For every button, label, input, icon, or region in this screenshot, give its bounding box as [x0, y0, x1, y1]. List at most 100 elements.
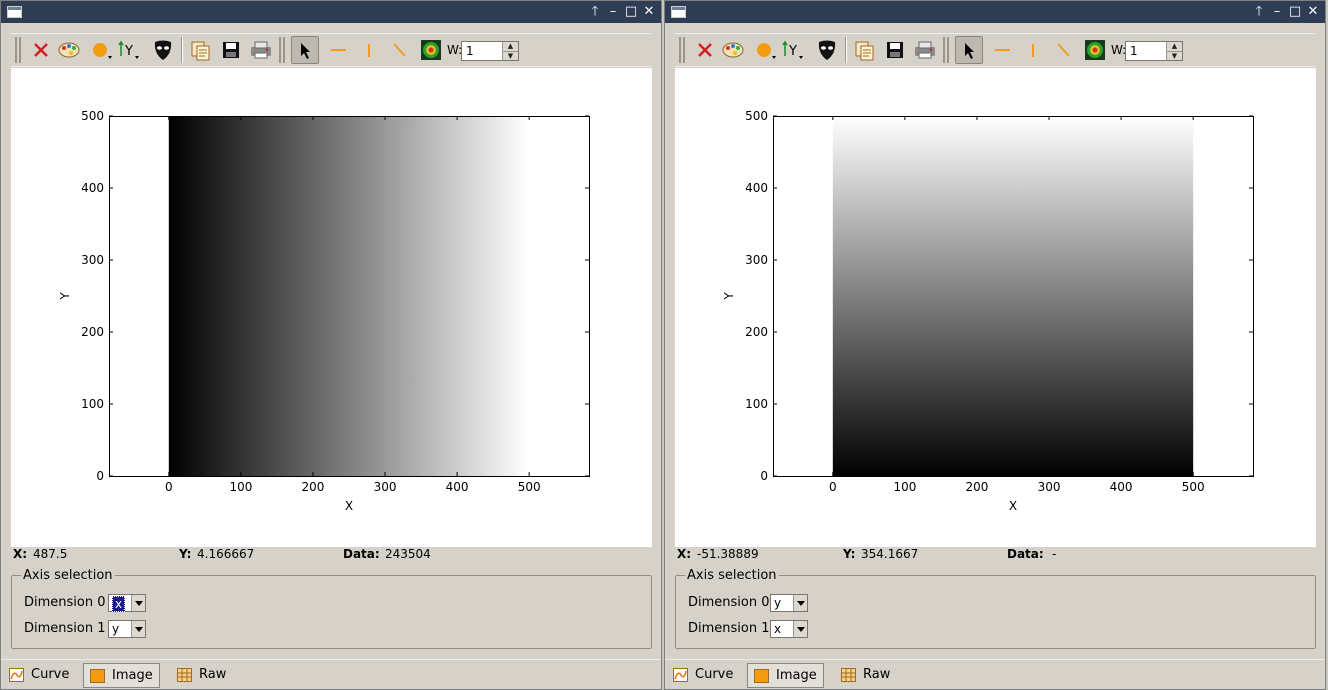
tab-curve[interactable]: Curve: [3, 663, 75, 688]
line-width-input[interactable]: [1126, 42, 1166, 60]
dimension-1-value: x: [774, 622, 782, 636]
cursor-arrow-icon: [965, 43, 974, 59]
horizontal-profile-button[interactable]: [989, 36, 1017, 64]
image-plot[interactable]: 0 100 200 300 400 500 0 100 200 300 400 500 X Y: [675, 68, 1316, 547]
print-button[interactable]: [247, 36, 275, 64]
keep-above-button[interactable]: 🡑: [587, 3, 603, 21]
window-menu-icon[interactable]: [7, 6, 22, 18]
line-width-spinbox[interactable]: ▲ ▼: [1125, 41, 1183, 61]
right-toolbar: Y W: ▲: [675, 33, 1315, 67]
keep-above-button[interactable]: 🡑: [1251, 3, 1267, 21]
y-axis-button[interactable]: Y: [115, 36, 143, 64]
y-axis-icon: Y: [782, 40, 803, 59]
y-tick-label: 100: [745, 397, 768, 411]
close-button[interactable]: ✕: [1305, 3, 1321, 21]
image-icon: [90, 669, 105, 683]
tab-raw-label: Raw: [199, 667, 227, 682]
x-coord-value: 487.5: [33, 547, 68, 561]
mask-button[interactable]: [813, 36, 841, 64]
line-profile-button[interactable]: [1049, 36, 1077, 64]
colormap-button[interactable]: [719, 36, 747, 64]
dimension-0-select[interactable]: x: [108, 594, 146, 612]
copy-button[interactable]: [851, 36, 879, 64]
tab-curve[interactable]: Curve: [667, 663, 739, 688]
right-window: 🡑 – □ ✕ Y W: 1 ▲ ▼ 0 100 200 300 400 500…: [664, 0, 1326, 690]
toolbar-grip[interactable]: [679, 37, 685, 63]
floppy-disk-icon: [223, 42, 239, 58]
y-tick-label: 200: [745, 325, 768, 339]
tab-raw[interactable]: Raw: [171, 663, 232, 688]
tab-curve-label: Curve: [31, 667, 70, 682]
x-tick-label: 400: [1110, 480, 1133, 494]
dimension-0-select[interactable]: y: [770, 594, 808, 612]
toolbar-grip[interactable]: [279, 37, 285, 63]
svg-text:Y: Y: [124, 44, 133, 59]
spin-down-arrow-icon[interactable]: ▼: [1166, 51, 1182, 60]
view-tabs: Curve Image Raw: [1, 659, 661, 689]
palette-icon: [58, 42, 80, 58]
save-button[interactable]: [881, 36, 909, 64]
dimension-0-label: Dimension 0: [24, 595, 106, 610]
y-tick-label: 400: [745, 181, 768, 195]
y-axis-label: Y: [722, 292, 736, 301]
copy-icon: [855, 41, 874, 61]
pointer-tool-button[interactable]: [291, 36, 319, 64]
mask-button[interactable]: [149, 36, 177, 64]
save-button[interactable]: [217, 36, 245, 64]
tab-image[interactable]: Image: [83, 663, 160, 688]
clear-button[interactable]: [27, 36, 55, 64]
profile-window-button[interactable]: [417, 36, 445, 64]
image-plot[interactable]: 0 100 200 300 400 500 0 100 200 300 400 500 X Y: [11, 68, 652, 547]
toolbar-grip[interactable]: [943, 37, 949, 63]
chevron-down-icon[interactable]: [131, 595, 145, 611]
right-titlebar[interactable]: 🡑 – □ ✕: [665, 1, 1325, 23]
y-axis-button[interactable]: Y: [779, 36, 807, 64]
tab-raw[interactable]: Raw: [835, 663, 896, 688]
print-button[interactable]: [911, 36, 939, 64]
red-x-icon: [698, 43, 712, 57]
axis-selection-group: Axis selection Dimension 0 x Dimension 1…: [11, 568, 652, 649]
pointer-tool-button[interactable]: [955, 36, 983, 64]
data-value-label: Data:: [343, 547, 380, 561]
maximize-button[interactable]: □: [1287, 3, 1303, 21]
tab-image[interactable]: Image: [747, 663, 824, 688]
colormap-button[interactable]: [55, 36, 83, 64]
marker-button[interactable]: [87, 36, 115, 64]
line-profile-button[interactable]: [385, 36, 413, 64]
toolbar-grip[interactable]: [15, 37, 21, 63]
spin-up-arrow-icon[interactable]: ▲: [502, 42, 518, 51]
view-tabs: Curve Image Raw: [665, 659, 1325, 689]
x-tick-label: 200: [966, 480, 989, 494]
x-tick-label: 500: [1182, 480, 1205, 494]
dimension-1-select[interactable]: x: [770, 620, 808, 638]
spin-up-arrow-icon[interactable]: ▲: [1166, 42, 1182, 51]
chevron-down-icon[interactable]: [793, 595, 807, 611]
marker-button[interactable]: [751, 36, 779, 64]
line-width-spinbox[interactable]: ▲ ▼: [461, 41, 519, 61]
copy-button[interactable]: [187, 36, 215, 64]
profile-window-button[interactable]: [1081, 36, 1109, 64]
line-width-input[interactable]: [462, 42, 502, 60]
vertical-profile-button[interactable]: [1019, 36, 1047, 64]
left-titlebar[interactable]: 🡑 – □ ✕: [1, 1, 661, 23]
minimize-button[interactable]: –: [605, 3, 621, 21]
dimension-1-select[interactable]: y: [108, 620, 146, 638]
clear-button[interactable]: [691, 36, 719, 64]
image-plot-svg[interactable]: 0 100 200 300 400 500 0 100 200 300 400 500 X Y: [11, 68, 652, 547]
close-button[interactable]: ✕: [641, 3, 657, 21]
data-value: -: [1052, 547, 1057, 561]
horizontal-profile-button[interactable]: [325, 36, 353, 64]
x-tick-label: 400: [446, 480, 469, 494]
image-plot-svg[interactable]: 0 100 200 300 400 500 0 100 200 300 400 500 X Y: [675, 68, 1316, 547]
minimize-button[interactable]: –: [1269, 3, 1285, 21]
y-tick-label: 0: [760, 469, 768, 483]
vertical-line-icon: [1032, 44, 1034, 57]
chevron-down-icon[interactable]: [131, 621, 145, 637]
chevron-down-icon[interactable]: [793, 621, 807, 637]
maximize-button[interactable]: □: [623, 3, 639, 21]
spin-down-arrow-icon[interactable]: ▼: [502, 51, 518, 60]
vertical-profile-button[interactable]: [355, 36, 383, 64]
window-menu-icon[interactable]: [671, 6, 686, 18]
horizontal-line-icon: [995, 49, 1010, 51]
y-tick-label: 500: [81, 109, 104, 123]
